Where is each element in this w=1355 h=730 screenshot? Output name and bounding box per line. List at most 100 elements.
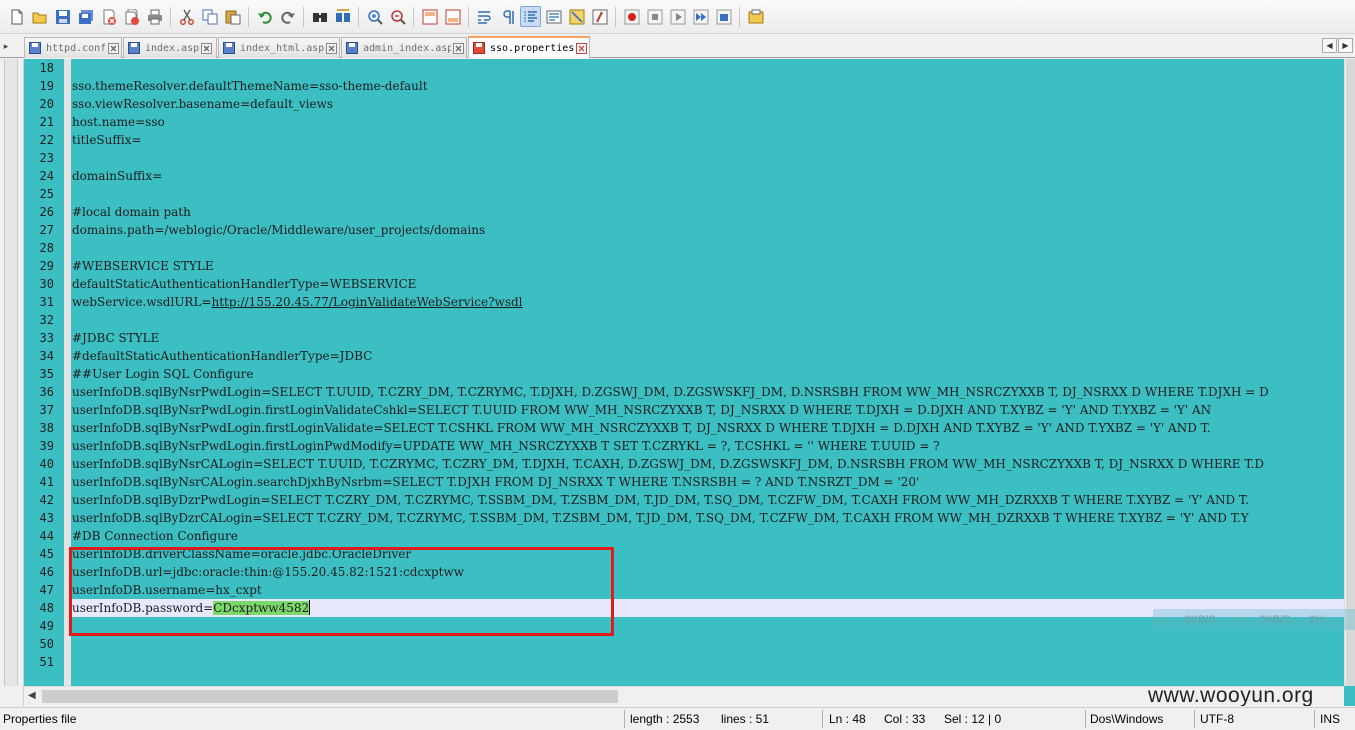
doc-length: length : 2553	[630, 712, 700, 726]
undo-icon[interactable]	[254, 6, 275, 27]
print-icon[interactable]	[144, 6, 165, 27]
line-text: userInfoDB.sqlByDzrPwdLogin=SELECT T.CZR…	[72, 493, 1249, 507]
code-line[interactable]: sso.themeResolver.defaultThemeName=sso-t…	[72, 77, 1344, 95]
code-line[interactable]	[72, 149, 1344, 167]
tab-close-icon[interactable]	[576, 42, 587, 54]
line-text: domains.path=/weblogic/Oracle/Middleware…	[72, 223, 486, 237]
tab-bar: ▸ httpd.conf index.asp index_html.asp ad…	[0, 34, 1355, 58]
encoding[interactable]: UTF-8	[1200, 712, 1234, 726]
code-line[interactable]: host.name=sso	[72, 113, 1344, 131]
editor-pane[interactable]: 18 19 20 21 22 23 24 25 26 27 28 29 30 31 32 33 34 35 36 37…	[0, 59, 1355, 706]
line-text: #WEBSERVICE STYLE	[72, 259, 214, 273]
save-macro-icon[interactable]	[713, 6, 734, 27]
code-line[interactable]: #DB Connection Configure	[72, 527, 1344, 545]
vertical-scrollbar[interactable]	[1344, 59, 1355, 686]
code-line[interactable]: sso.viewResolver.basename=default_views	[72, 95, 1344, 113]
code-line[interactable]	[72, 185, 1344, 203]
code-line[interactable]: userInfoDB.sqlByDzrCALogin=SELECT T.CZRY…	[72, 509, 1344, 527]
credentials-highlight-box	[69, 547, 614, 636]
code-line[interactable]: userInfoDB.sqlByNsrPwdLogin.firstLoginVa…	[72, 419, 1344, 437]
code-line[interactable]: userInfoDB.sqlByNsrPwdLogin.firstLoginVa…	[72, 401, 1344, 419]
code-line[interactable]	[72, 635, 1344, 653]
line-text: userInfoDB.sqlByNsrPwdLogin=SELECT T.UUI…	[72, 385, 1269, 399]
code-line[interactable]	[72, 653, 1344, 671]
toolbar-separator	[468, 6, 469, 27]
sync-vertical-icon[interactable]	[419, 6, 440, 27]
line-number: 45	[39, 547, 54, 561]
code-line[interactable]	[72, 311, 1344, 329]
close-all-icon[interactable]	[121, 6, 142, 27]
replace-icon[interactable]	[332, 6, 353, 27]
show-all-chars-icon[interactable]	[497, 6, 518, 27]
tab-index-asp[interactable]: index.asp	[123, 37, 217, 58]
tab-httpd-conf[interactable]: httpd.conf	[24, 37, 122, 58]
upload-arrow-icon: ↑	[1239, 613, 1246, 626]
code-line[interactable]: domains.path=/weblogic/Oracle/Middleware…	[72, 221, 1344, 239]
upload-speed: 0KB/S	[1259, 613, 1291, 626]
open-file-icon[interactable]	[29, 6, 50, 27]
line-text: sso.viewResolver.basename=default_views	[72, 97, 334, 111]
trim-icon[interactable]	[745, 6, 766, 27]
eol-format[interactable]: Dos\Windows	[1090, 712, 1163, 726]
tab-close-icon[interactable]	[108, 42, 119, 54]
bookmark-margin[interactable]	[0, 59, 24, 706]
line-number: 21	[39, 115, 54, 129]
code-line[interactable]: #WEBSERVICE STYLE	[72, 257, 1344, 275]
play-macro-icon[interactable]	[667, 6, 688, 27]
function-list-icon[interactable]	[589, 6, 610, 27]
tab-next-icon[interactable]: ▶	[1338, 38, 1353, 53]
code-line[interactable]: ##User Login SQL Configure	[72, 365, 1344, 383]
paste-icon[interactable]	[222, 6, 243, 27]
insert-mode[interactable]: INS	[1320, 712, 1340, 726]
code-line[interactable]: #defaultStaticAuthenticationHandlerType=…	[72, 347, 1344, 365]
zoom-in-icon[interactable]	[364, 6, 385, 27]
cut-icon[interactable]	[176, 6, 197, 27]
save-all-icon[interactable]	[75, 6, 96, 27]
tab-prev-icon[interactable]: ◀	[1322, 38, 1337, 53]
toolbar-separator	[358, 6, 359, 27]
code-line[interactable]: userInfoDB.sqlByDzrPwdLogin=SELECT T.CZR…	[72, 491, 1344, 509]
code-line[interactable]: titleSuffix=	[72, 131, 1344, 149]
tab-admin-index-asp[interactable]: admin_index.asp	[341, 37, 467, 58]
record-macro-icon[interactable]	[621, 6, 642, 27]
code-line[interactable]: domainSuffix=	[72, 167, 1344, 185]
redo-icon[interactable]	[277, 6, 298, 27]
code-line[interactable]: webService.wsdlURL=http://155.20.45.77/L…	[72, 293, 1344, 311]
tab-close-icon[interactable]	[453, 42, 464, 54]
find-icon[interactable]	[309, 6, 330, 27]
tab-scroll-left-icon[interactable]: ▸	[0, 39, 12, 53]
code-line[interactable]: userInfoDB.sqlByNsrCALogin=SELECT T.UUID…	[72, 455, 1344, 473]
horizontal-scroll-thumb[interactable]	[42, 690, 618, 703]
horizontal-scrollbar[interactable]: ◀	[24, 686, 1344, 706]
line-text: userInfoDB.sqlByNsrCALogin.searchDjxhByN…	[72, 475, 920, 489]
wsdl-url-link[interactable]: http://155.20.45.77/LoginValidateWebServ…	[212, 295, 523, 309]
indent-guide-icon[interactable]	[520, 6, 541, 27]
cursor-col: Col : 33	[884, 712, 926, 726]
code-line[interactable]: userInfoDB.sqlByNsrCALogin.searchDjxhByN…	[72, 473, 1344, 491]
run-macro-icon[interactable]	[690, 6, 711, 27]
save-icon[interactable]	[52, 6, 73, 27]
scroll-left-icon[interactable]: ◀	[28, 690, 36, 701]
code-line[interactable]: userInfoDB.sqlByNsrPwdLogin.firstLoginPw…	[72, 437, 1344, 455]
tab-index-html-asp[interactable]: index_html.asp	[218, 37, 340, 58]
code-line[interactable]	[72, 59, 1344, 77]
tab-close-icon[interactable]	[326, 42, 337, 54]
code-line[interactable]: userInfoDB.sqlByNsrPwdLogin=SELECT T.UUI…	[72, 383, 1344, 401]
stop-macro-icon[interactable]	[644, 6, 665, 27]
code-line[interactable]	[72, 239, 1344, 257]
zoom-out-icon[interactable]	[387, 6, 408, 27]
user-language-icon[interactable]	[543, 6, 564, 27]
code-line[interactable]: defaultStaticAuthenticationHandlerType=W…	[72, 275, 1344, 293]
sync-horizontal-icon[interactable]	[442, 6, 463, 27]
copy-icon[interactable]	[199, 6, 220, 27]
code-line[interactable]: #JDBC STYLE	[72, 329, 1344, 347]
new-file-icon[interactable]	[6, 6, 27, 27]
word-wrap-icon[interactable]	[474, 6, 495, 27]
code-line[interactable]: #local domain path	[72, 203, 1344, 221]
tab-sso-properties[interactable]: sso.properties	[468, 36, 590, 58]
tab-close-icon[interactable]	[201, 42, 213, 54]
close-icon[interactable]	[98, 6, 119, 27]
vertical-scroll-thumb[interactable]	[1346, 59, 1355, 686]
doc-map-icon[interactable]	[566, 6, 587, 27]
line-number: 48	[39, 601, 54, 615]
